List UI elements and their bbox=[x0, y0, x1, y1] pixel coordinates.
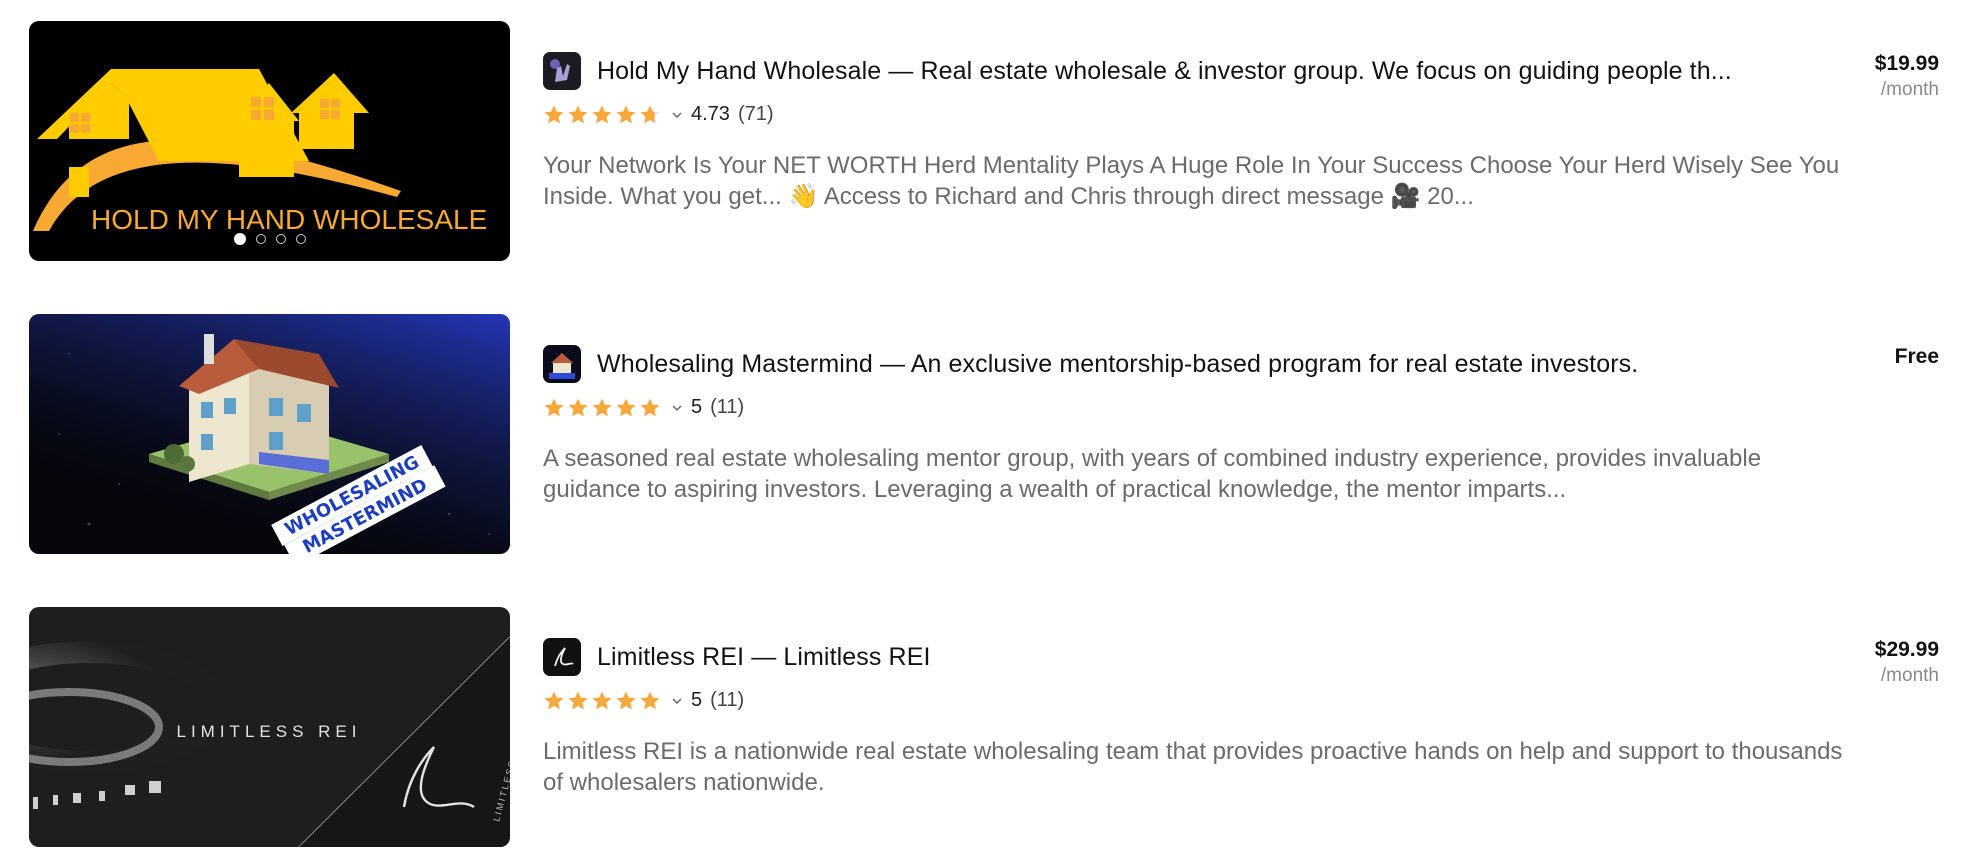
hand-logo-icon bbox=[543, 52, 581, 90]
star-icon bbox=[640, 105, 660, 123]
listing-description: Your Network Is Your NET WORTH Herd Ment… bbox=[543, 152, 1840, 210]
price: $29.99 bbox=[1874, 638, 1939, 661]
hold-my-hand-logo-image: HOLD MY HAND WHOLESALE bbox=[29, 21, 510, 261]
star-icon bbox=[592, 398, 612, 416]
listing-list: HOLD MY HAND WHOLESALE Hold My Hand Whol… bbox=[0, 0, 1970, 862]
listing-card[interactable]: HOLD MY HAND WHOLESALE Hold My Hand Whol… bbox=[29, 21, 1939, 261]
star-icon bbox=[544, 105, 564, 123]
price: Free bbox=[1894, 345, 1939, 368]
rating-value: 5 bbox=[691, 396, 703, 418]
price: $19.99 bbox=[1874, 52, 1939, 75]
carousel-dot-1[interactable] bbox=[233, 233, 246, 245]
price-box: $29.99 /month bbox=[1875, 638, 1939, 687]
listing-info: Hold My Hand Wholesale — Real estate who… bbox=[543, 21, 1843, 261]
listing-info: Limitless REI — Limitless REI 5 (11) Lim… bbox=[543, 607, 1843, 847]
chevron-down-icon[interactable] bbox=[671, 695, 683, 707]
listing-title-row: Hold My Hand Wholesale — Real estate who… bbox=[543, 52, 1732, 90]
listing-title-row: Wholesaling Mastermind — An exclusive me… bbox=[543, 345, 1638, 383]
listing-card[interactable]: WHOLESALING MASTERMIND Wholesaling Maste… bbox=[29, 314, 1939, 554]
star-icon bbox=[568, 691, 588, 709]
rating-row: 5 (11) bbox=[543, 689, 744, 712]
star-icon bbox=[640, 398, 660, 416]
star-icon bbox=[616, 105, 636, 123]
listing-thumbnail[interactable]: LIMITLESS REI LIMITLESS bbox=[29, 607, 510, 847]
limitless-rei-image: LIMITLESS REI LIMITLESS bbox=[29, 607, 510, 847]
rating-value: 4.73 bbox=[691, 103, 730, 125]
carousel-dot-2[interactable] bbox=[255, 234, 266, 244]
review-count: (71) bbox=[737, 103, 774, 125]
price-box: $19.99 /month bbox=[1875, 52, 1939, 101]
carousel-dot-4[interactable] bbox=[295, 234, 306, 244]
carousel-dots bbox=[29, 233, 510, 245]
star-rating bbox=[543, 104, 661, 126]
rating-row: 4.73 (71) bbox=[543, 103, 774, 126]
listing-thumbnail[interactable]: HOLD MY HAND WHOLESALE bbox=[29, 21, 510, 261]
thumbnail-text: HOLD MY HAND WHOLESALE bbox=[91, 204, 487, 235]
carousel-dot-3[interactable] bbox=[275, 234, 286, 244]
review-count: (11) bbox=[710, 396, 745, 418]
signature-logo-icon bbox=[543, 638, 581, 676]
star-icon bbox=[616, 398, 636, 416]
star-icon bbox=[616, 691, 636, 709]
listing-info: Wholesaling Mastermind — An exclusive me… bbox=[543, 314, 1843, 554]
listing-description: Limitless REI is a nationwide real estat… bbox=[543, 738, 1843, 796]
listing-title[interactable]: Limitless REI — Limitless REI bbox=[597, 643, 931, 672]
star-icon bbox=[592, 105, 612, 123]
price-period: /month bbox=[1880, 79, 1939, 100]
listing-title[interactable]: Wholesaling Mastermind — An exclusive me… bbox=[597, 350, 1638, 379]
star-icon bbox=[640, 691, 660, 709]
star-rating bbox=[543, 690, 661, 712]
listing-thumbnail[interactable]: WHOLESALING MASTERMIND bbox=[29, 314, 510, 554]
chevron-down-icon[interactable] bbox=[671, 402, 683, 414]
star-rating bbox=[543, 397, 661, 419]
star-icon bbox=[592, 691, 612, 709]
listing-card[interactable]: LIMITLESS REI LIMITLESS Limitless REI — … bbox=[29, 607, 1939, 847]
wholesaling-mastermind-image: WHOLESALING MASTERMIND bbox=[29, 314, 510, 554]
chevron-down-icon[interactable] bbox=[671, 109, 683, 121]
listing-title[interactable]: Hold My Hand Wholesale — Real estate who… bbox=[597, 57, 1732, 86]
star-icon bbox=[568, 398, 588, 416]
listing-title-row: Limitless REI — Limitless REI bbox=[543, 638, 931, 676]
rating-row: 5 (11) bbox=[543, 396, 744, 419]
thumbnail-text: LIMITLESS REI bbox=[177, 722, 362, 741]
star-icon bbox=[568, 105, 588, 123]
rating-value: 5 bbox=[691, 689, 703, 711]
listing-description: A seasoned real estate wholesaling mento… bbox=[543, 445, 1762, 503]
review-count: (11) bbox=[710, 689, 745, 711]
price-period: /month bbox=[1880, 665, 1939, 686]
house-logo-icon bbox=[543, 345, 581, 383]
star-icon bbox=[544, 691, 564, 709]
star-icon bbox=[544, 398, 564, 416]
price-box: Free bbox=[1895, 345, 1939, 369]
